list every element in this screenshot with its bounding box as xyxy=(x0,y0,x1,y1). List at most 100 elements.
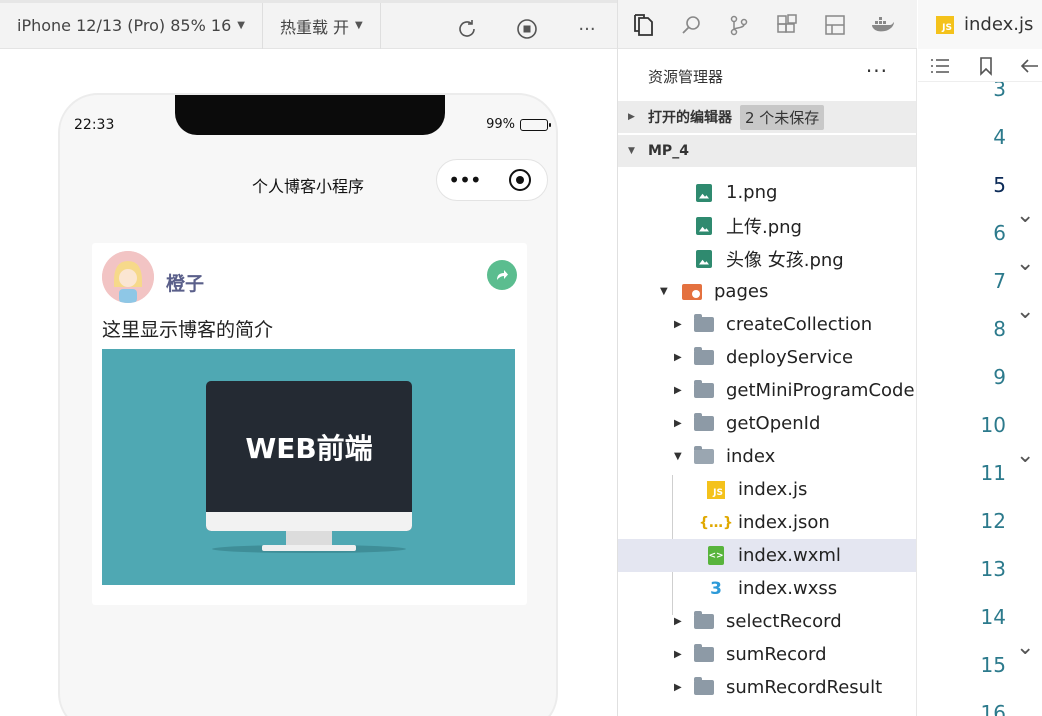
fold-chevron-icon[interactable]: ⌄ xyxy=(1016,251,1034,276)
project-section[interactable]: ▼ MP_4 xyxy=(618,135,916,167)
chevron-right-icon[interactable]: ▶ xyxy=(674,319,684,330)
tree-item-label: pages xyxy=(714,281,769,302)
simulator-panel: iPhone 12/13 (Pro) 85% 16 ▼ 热重载 开 ▼ ··· … xyxy=(0,0,617,716)
pages-folder-icon xyxy=(682,282,702,302)
line-number: 14 xyxy=(980,605,1006,629)
tree-item[interactable]: 1.png xyxy=(618,176,916,209)
status-time: 22:33 xyxy=(74,117,115,133)
editor-tab-label: index.js xyxy=(964,14,1034,35)
fold-chevron-icon[interactable]: ⌄ xyxy=(1016,203,1034,228)
search-icon[interactable] xyxy=(678,12,704,38)
tree-item[interactable]: JS index.js xyxy=(618,473,916,506)
blog-card[interactable]: 橙子 这里显示博客的简介 WEB前端 xyxy=(92,243,527,605)
source-control-icon[interactable] xyxy=(726,12,752,38)
tree-item[interactable]: ▶ sumRecord xyxy=(618,638,916,671)
chevron-right-icon[interactable]: ▶ xyxy=(674,352,684,363)
project-name: MP_4 xyxy=(648,143,689,159)
tree-item[interactable]: 上传.png xyxy=(618,209,916,242)
line-number: 12 xyxy=(980,509,1006,533)
target-icon xyxy=(508,169,531,191)
hot-reload-select[interactable]: 热重载 开 ▼ xyxy=(263,2,381,49)
device-select-label: iPhone 12/13 (Pro) 85% 16 xyxy=(17,16,232,35)
tree-item[interactable]: ▶ deployService xyxy=(618,341,916,374)
chevron-down-icon[interactable]: ▼ xyxy=(660,286,670,297)
file-tree: 1.png 上传.png 头像 女孩.png ▼ pages ▶ createCollect… xyxy=(618,168,916,716)
chevron-down-icon[interactable]: ▼ xyxy=(674,451,684,462)
tree-item[interactable]: 头像 女孩.png xyxy=(618,242,916,275)
fold-chevron-icon[interactable]: ⌄ xyxy=(1016,635,1034,660)
editor-tab-index-js[interactable]: JS index.js xyxy=(918,0,1042,49)
folder-icon xyxy=(694,347,714,368)
refresh-icon[interactable] xyxy=(455,17,479,41)
status-battery: 99% xyxy=(486,117,551,132)
device-select[interactable]: iPhone 12/13 (Pro) 85% 16 ▼ xyxy=(0,2,263,49)
layout-icon[interactable] xyxy=(822,12,848,38)
tree-item-label: createCollection xyxy=(726,314,873,335)
json-file-icon: {…} xyxy=(699,514,733,531)
outline-icon[interactable] xyxy=(929,55,951,77)
chevron-right-icon[interactable]: ▶ xyxy=(674,616,684,627)
share-button[interactable] xyxy=(487,260,517,290)
folder-open-icon xyxy=(694,446,714,467)
monitor-illustration: WEB前端 xyxy=(206,381,412,531)
line-number: 7 xyxy=(993,269,1006,293)
folder-icon xyxy=(694,611,714,632)
tree-item[interactable]: {…} index.json xyxy=(618,506,916,539)
tree-item-label: getOpenId xyxy=(726,413,821,434)
tree-item[interactable]: 3 index.wxss xyxy=(618,572,916,605)
line-number: 9 xyxy=(993,365,1006,389)
editor-gutter: 3 4 5 6 ⌄ 7 ⌄ 8 ⌄ 9 10 11 ⌄ 12 13 14 15 ⌄ 16 xyxy=(918,82,1042,716)
tree-item[interactable]: <> index.wxml xyxy=(618,539,916,572)
close-miniprogram-button[interactable] xyxy=(492,169,547,191)
image-icon xyxy=(694,183,714,203)
more-actions-icon[interactable]: ··· xyxy=(866,59,888,83)
more-icon[interactable]: ··· xyxy=(575,17,599,41)
monitor-neck xyxy=(286,531,332,545)
tree-item[interactable]: ▶ selectRecord xyxy=(618,605,916,638)
bookmark-icon[interactable] xyxy=(975,55,997,77)
chevron-right-icon: ▶ xyxy=(628,112,635,122)
blog-cover-image[interactable]: WEB前端 xyxy=(102,349,515,585)
tree-item-label: 1.png xyxy=(726,182,778,203)
extensions-icon[interactable] xyxy=(774,12,800,38)
open-editors-section[interactable]: ▶ 打开的编辑器 2 个未保存 xyxy=(618,101,916,133)
tree-item[interactable]: ▶ createCollection xyxy=(618,308,916,341)
tree-item[interactable]: ▼ index xyxy=(618,440,916,473)
blog-description: 这里显示博客的简介 xyxy=(102,319,274,341)
tree-item[interactable]: ▶ getMiniProgramCode xyxy=(618,374,916,407)
tree-item-label: index xyxy=(726,446,776,467)
tree-item[interactable]: ▶ sumRecordResult xyxy=(618,671,916,704)
phone-frame: 22:33 99% 个人博客小程序 ••• 橙子 这里显示博客的简介 WEB前端 xyxy=(58,93,558,716)
more-dots-icon[interactable]: ••• xyxy=(437,170,492,190)
stop-icon[interactable] xyxy=(515,17,539,41)
docker-icon[interactable] xyxy=(870,12,896,38)
tree-item[interactable]: ▼ pages xyxy=(618,275,916,308)
chevron-right-icon[interactable]: ▶ xyxy=(674,418,684,429)
folder-icon xyxy=(694,314,714,335)
battery-icon xyxy=(520,118,551,131)
fold-chevron-icon[interactable]: ⌄ xyxy=(1016,443,1034,468)
chevron-down-icon: ▼ xyxy=(355,20,363,31)
editor-tab-bar: JS index.js xyxy=(918,0,1042,49)
line-number: 8 xyxy=(993,317,1006,341)
fold-chevron-icon[interactable]: ⌄ xyxy=(1016,299,1034,324)
chevron-right-icon[interactable]: ▶ xyxy=(674,649,684,660)
line-number: 13 xyxy=(980,557,1006,581)
line-number: 4 xyxy=(993,125,1006,149)
files-icon[interactable] xyxy=(630,12,656,38)
chevron-right-icon[interactable]: ▶ xyxy=(674,385,684,396)
image-icon xyxy=(694,216,714,236)
tree-item-label: 上传.png xyxy=(726,216,802,238)
tree-item[interactable]: ▶ getOpenId xyxy=(618,407,916,440)
tree-item-label: sumRecordResult xyxy=(726,677,883,698)
js-file-icon: JS xyxy=(936,15,954,34)
wxml-file-icon: <> xyxy=(706,546,726,566)
line-number: 6 xyxy=(993,221,1006,245)
unsaved-badge: 2 个未保存 xyxy=(740,104,825,130)
chevron-right-icon[interactable]: ▶ xyxy=(674,682,684,693)
line-number: 3 xyxy=(993,82,1006,101)
folder-icon xyxy=(694,644,714,665)
back-arrow-icon[interactable] xyxy=(1018,55,1040,77)
image-icon xyxy=(694,249,714,269)
hot-reload-label: 热重载 开 xyxy=(279,17,350,37)
